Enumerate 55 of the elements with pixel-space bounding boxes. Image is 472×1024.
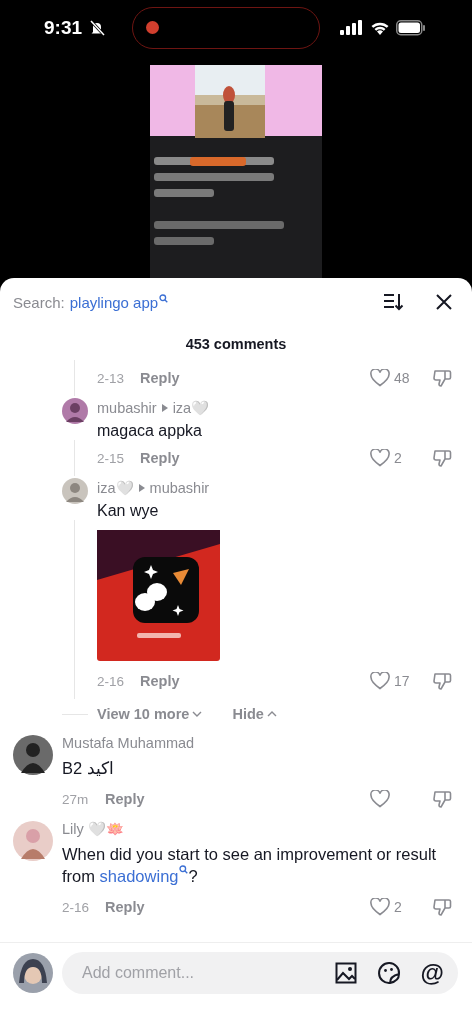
author-name[interactable]: Lily 🤍🪷 — [62, 821, 472, 841]
reply-to-name[interactable]: mubashir — [149, 480, 210, 496]
hide-button[interactable]: Hide — [232, 706, 277, 722]
comment-text: When did you start to see an improvement or result from shadowing ? — [62, 844, 438, 887]
comment-date: 2-15 — [97, 450, 126, 466]
comment-text: magaca appka — [97, 422, 203, 440]
reply-button[interactable]: Reply — [140, 450, 180, 466]
like-count: 48 — [394, 370, 410, 386]
status-time: 9:31 — [44, 16, 83, 39]
muted-bell-icon — [88, 18, 107, 37]
signal-icon — [340, 19, 365, 36]
sort-icon[interactable] — [382, 292, 404, 312]
like-count: 2 — [394, 899, 402, 915]
reply-button[interactable]: Reply — [140, 673, 180, 689]
sticker-icon[interactable] — [376, 961, 401, 985]
heart-icon[interactable] — [370, 449, 390, 467]
reply-to-name[interactable]: iza🤍 — [172, 399, 210, 417]
author-name[interactable]: Mustafa Muhammad — [62, 735, 472, 755]
dislike-icon[interactable] — [432, 368, 452, 388]
view-more-button[interactable]: View 10 more — [97, 706, 203, 722]
reply-button[interactable]: Reply — [140, 370, 180, 386]
battery-icon — [396, 19, 427, 36]
dislike-icon[interactable] — [432, 671, 452, 691]
comment-date: 2-16 — [62, 899, 91, 915]
comment-date: 2-16 — [97, 673, 126, 689]
comment-text: Kan wye — [97, 502, 160, 520]
comment-date: 27m — [62, 791, 90, 807]
dislike-icon[interactable] — [432, 448, 452, 468]
dislike-icon[interactable] — [432, 897, 452, 917]
comment-text: B2 اكيد — [62, 758, 115, 779]
reply-arrow-icon — [138, 484, 145, 492]
comment-date: 2-13 — [97, 370, 126, 386]
reply-arrow-icon — [161, 404, 168, 412]
dislike-icon[interactable] — [432, 789, 452, 809]
close-icon[interactable] — [436, 294, 452, 310]
heart-icon[interactable] — [370, 369, 390, 387]
comment-input[interactable]: Add comment... @ — [62, 952, 458, 994]
heart-icon[interactable] — [370, 898, 390, 916]
author-name[interactable]: iza🤍 — [97, 479, 134, 497]
caret-up-icon — [266, 711, 277, 717]
search-query[interactable]: Search: playlingo app — [13, 293, 382, 311]
search-icon — [159, 293, 169, 303]
caret-down-icon — [192, 711, 203, 717]
search-link[interactable]: shadowing — [99, 867, 189, 885]
author-name[interactable]: mubashir — [97, 400, 157, 416]
like-count: 17 — [394, 673, 410, 689]
heart-icon[interactable] — [370, 790, 390, 808]
reply-button[interactable]: Reply — [105, 899, 145, 915]
image-icon[interactable] — [334, 962, 357, 984]
heart-icon[interactable] — [370, 672, 390, 690]
comment-count: 453 comments — [184, 336, 288, 352]
mention-icon[interactable]: @ — [420, 959, 444, 987]
reply-button[interactable]: Reply — [105, 791, 145, 807]
search-icon — [179, 865, 189, 874]
like-count: 2 — [394, 450, 402, 466]
